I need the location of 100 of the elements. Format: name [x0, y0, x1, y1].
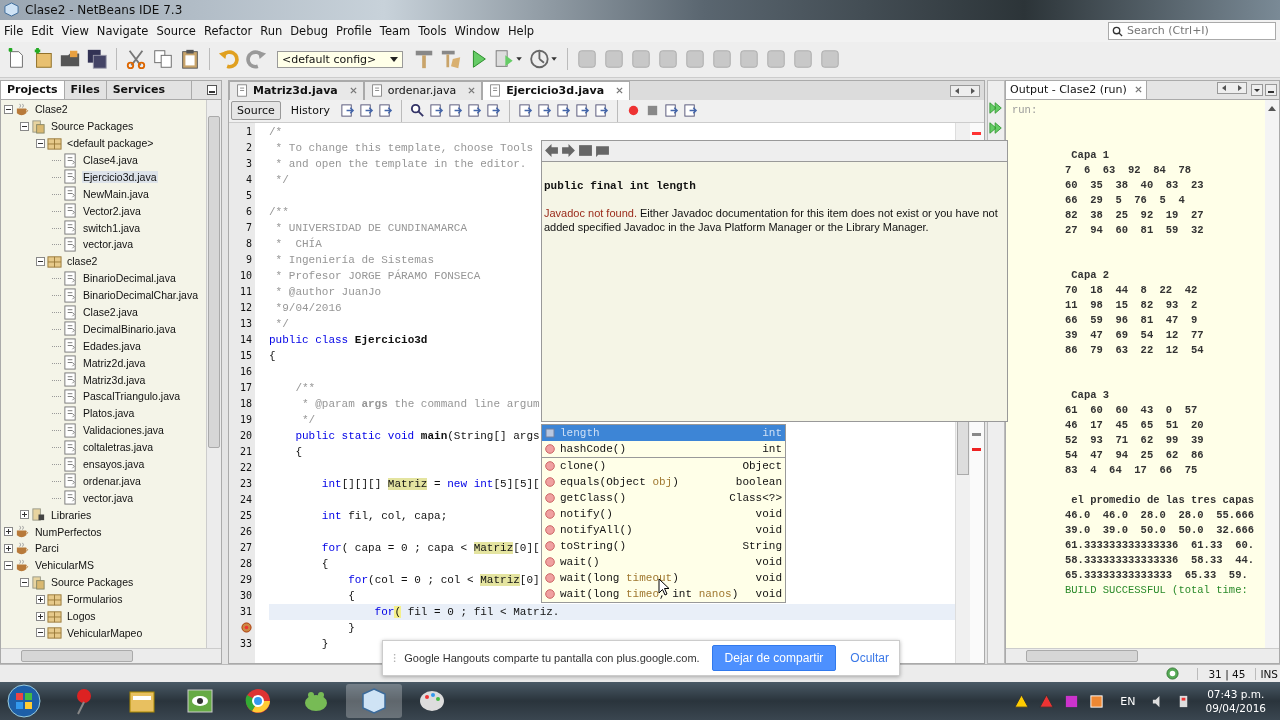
- menu-item[interactable]: Refactor: [199, 23, 257, 38]
- expander-icon[interactable]: [4, 544, 13, 553]
- tree-item[interactable]: NewMain.java: [82, 187, 150, 200]
- editor-tab[interactable]: Ejercicio3d.java: [482, 80, 631, 100]
- menu-item[interactable]: Team: [375, 23, 415, 38]
- panel-tab[interactable]: Projects: [1, 80, 65, 99]
- expander-icon[interactable]: [36, 628, 45, 638]
- editor-tab[interactable]: ordenar.java: [363, 80, 483, 100]
- tree-item[interactable]: Libraries: [50, 508, 93, 521]
- tree-item[interactable]: Formularios: [66, 593, 124, 606]
- tree-item[interactable]: coltaletras.java: [82, 441, 155, 454]
- menu-item[interactable]: File: [0, 23, 28, 38]
- tree-item[interactable]: ordenar.java: [82, 474, 142, 487]
- expander-icon[interactable]: [20, 121, 29, 131]
- view-tab[interactable]: Source: [231, 101, 281, 121]
- tree-item[interactable]: Clase2: [34, 103, 69, 116]
- scrollbar[interactable]: [1265, 99, 1279, 649]
- panel-tab[interactable]: Files: [64, 80, 107, 99]
- expander-icon[interactable]: [20, 577, 29, 587]
- expander-icon[interactable]: [4, 527, 13, 537]
- menu-item[interactable]: Edit: [27, 23, 58, 38]
- tree-item[interactable]: VehicularMapeo: [66, 626, 144, 639]
- tree-item[interactable]: Parci: [34, 542, 60, 555]
- tree-item[interactable]: BinarioDecimalChar.java: [82, 289, 199, 302]
- copy-icon[interactable]: [152, 48, 174, 71]
- tree-item[interactable]: switch1.java: [82, 221, 142, 234]
- view-tab[interactable]: History: [284, 101, 336, 121]
- scissors-icon[interactable]: [125, 48, 147, 71]
- config-dropdown[interactable]: <default config>: [277, 50, 403, 68]
- completion-item[interactable]: toString() String: [542, 537, 785, 554]
- tree-item[interactable]: Edades.java: [82, 339, 142, 352]
- close-icon[interactable]: [616, 87, 624, 95]
- menu-item[interactable]: Run: [256, 23, 287, 38]
- completion-item[interactable]: notifyAll() void: [542, 521, 785, 538]
- completion-item[interactable]: wait(long timeout) void: [542, 569, 785, 586]
- menu-item[interactable]: Source: [152, 23, 200, 38]
- tab-scroll-icon[interactable]: [1217, 82, 1247, 95]
- start-button[interactable]: [6, 683, 42, 719]
- scrollbar[interactable]: [1, 648, 221, 664]
- rerun-icon[interactable]: [989, 120, 1003, 135]
- tree-item[interactable]: Clase4.java: [82, 154, 139, 166]
- new-project-icon[interactable]: [32, 48, 54, 71]
- tree-item[interactable]: Vector2.java: [82, 204, 142, 217]
- close-icon[interactable]: [468, 87, 476, 95]
- close-icon[interactable]: [349, 87, 357, 95]
- notification-icon[interactable]: [1166, 667, 1180, 681]
- menu-item[interactable]: Tools: [414, 23, 451, 38]
- completion-item[interactable]: getClass() Class<?>: [542, 489, 785, 506]
- close-icon[interactable]: [1134, 86, 1142, 94]
- search-icon[interactable]: [409, 103, 425, 119]
- tree-item[interactable]: VehicularMS: [34, 559, 95, 572]
- menu-item[interactable]: Navigate: [92, 23, 153, 38]
- expander-icon[interactable]: [36, 256, 45, 266]
- completion-item[interactable]: equals(Object obj) boolean: [542, 473, 785, 490]
- expander-icon[interactable]: [36, 611, 45, 621]
- error-stripe-mark[interactable]: [972, 447, 981, 451]
- tree-item[interactable]: Source Packages: [50, 120, 135, 133]
- menu-item[interactable]: Help: [503, 23, 539, 38]
- minimize-icon[interactable]: [207, 84, 217, 95]
- tab-scroll-icon[interactable]: [950, 84, 980, 97]
- output-tab[interactable]: Output - Clase2 (run): [1006, 80, 1147, 99]
- minimize-icon[interactable]: [1265, 83, 1277, 96]
- tree-item[interactable]: Matriz3d.java: [82, 373, 147, 386]
- expander-icon[interactable]: [20, 510, 29, 520]
- tree-item[interactable]: Platos.java: [82, 407, 136, 420]
- grip-icon[interactable]: [393, 651, 397, 664]
- completion-item[interactable]: clone() Object: [542, 457, 785, 474]
- tree-item[interactable]: DecimalBinario.java: [82, 322, 177, 335]
- tree-item[interactable]: Logos: [66, 610, 97, 623]
- tree-item[interactable]: <default package>: [66, 137, 155, 150]
- tree-item[interactable]: Ejercicio3d.java: [82, 170, 158, 183]
- clipboard-icon[interactable]: [179, 48, 201, 71]
- tree-item[interactable]: Validaciones.java: [82, 424, 165, 437]
- tray-app-icon[interactable]: [1089, 693, 1105, 709]
- language-indicator[interactable]: EN: [1120, 694, 1136, 708]
- tree-item[interactable]: Source Packages: [50, 576, 135, 589]
- menu-item[interactable]: Window: [450, 23, 504, 38]
- expander-icon[interactable]: [4, 560, 13, 570]
- panel-tab[interactable]: Services: [106, 80, 192, 99]
- completion-item[interactable]: wait() void: [542, 553, 785, 570]
- stripe-mark[interactable]: [972, 432, 981, 436]
- tree-item[interactable]: Clase2.java: [82, 306, 139, 318]
- profile-icon[interactable]: [529, 48, 559, 71]
- tree-item[interactable]: BinarioDecimal.java: [82, 272, 177, 285]
- editor-tab[interactable]: Matriz3d.java: [229, 80, 364, 100]
- tree-item[interactable]: PascalTriangulo.java: [82, 390, 182, 403]
- menu-item[interactable]: Profile: [332, 23, 376, 38]
- dropdown-icon[interactable]: [1251, 83, 1263, 96]
- menu-item[interactable]: Debug: [286, 23, 333, 38]
- tray-app-icon[interactable]: [1064, 693, 1080, 709]
- scrollbar[interactable]: [206, 99, 221, 649]
- tree-item[interactable]: clase2: [66, 255, 99, 268]
- back-icon[interactable]: [544, 143, 559, 159]
- completion-item[interactable]: wait(long timeo, int nanos) void: [542, 585, 785, 602]
- tree-item[interactable]: Matriz2d.java: [82, 356, 147, 369]
- scrollbar[interactable]: [1006, 648, 1279, 664]
- warning-icon[interactable]: [1014, 693, 1030, 709]
- completion-item[interactable]: hashCode() int: [542, 440, 785, 458]
- expander-icon[interactable]: [4, 104, 13, 114]
- tree-item[interactable]: ensayos.java: [82, 458, 146, 471]
